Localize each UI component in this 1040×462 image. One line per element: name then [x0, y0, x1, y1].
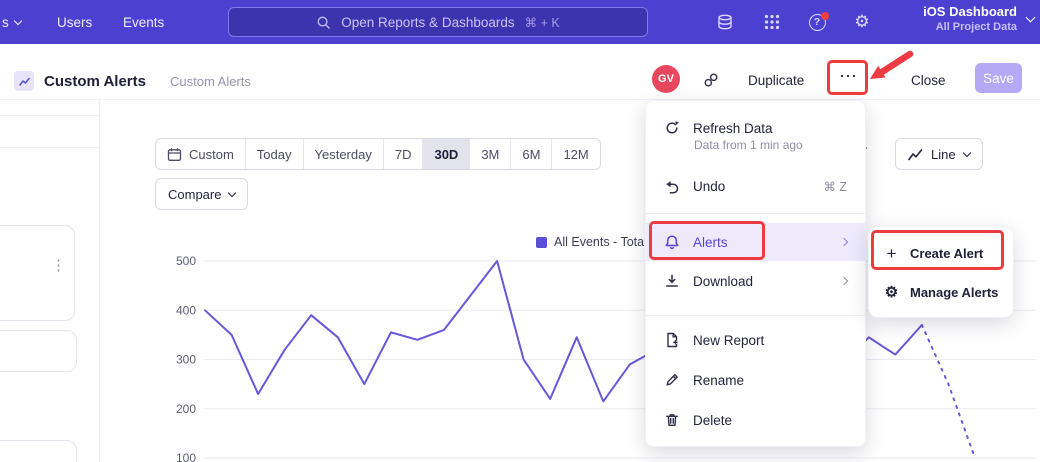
range-custom[interactable]: Custom: [156, 139, 246, 169]
settings-gear-icon[interactable]: ⚙: [853, 12, 871, 30]
svg-text:300: 300: [176, 353, 196, 367]
menu-item-download[interactable]: Download: [646, 262, 865, 300]
nav-item-users[interactable]: Users: [57, 15, 92, 30]
help-glyph: ?: [814, 16, 820, 28]
gear-icon: ⚙: [883, 285, 900, 300]
nav-item-boards-label: s: [2, 15, 9, 30]
help-icon[interactable]: ?: [808, 13, 826, 31]
report-type-icon: [14, 71, 34, 91]
menu-item-rename-label: Rename: [693, 373, 744, 388]
plus-icon: +: [883, 245, 900, 262]
sidebar-card[interactable]: [0, 440, 77, 462]
svg-text:400: 400: [176, 303, 196, 317]
menu-item-undo[interactable]: Undo ⌘ Z: [646, 167, 865, 205]
menu-item-new-report[interactable]: New Report: [646, 321, 865, 359]
legend-swatch: [536, 237, 547, 248]
nav-item-boards-partial[interactable]: s: [2, 15, 21, 30]
compare-button[interactable]: Compare: [155, 178, 248, 210]
undo-shortcut: ⌘ Z: [823, 179, 847, 194]
app-root: s Users Events Open Reports & Dashboards…: [0, 0, 1040, 462]
menu-item-refresh-label: Refresh Data: [693, 121, 773, 136]
menu-item-alerts[interactable]: Alerts: [646, 223, 865, 261]
undo-icon: [664, 178, 680, 194]
more-options-button[interactable]: ⋯: [839, 66, 858, 87]
nav-item-events[interactable]: Events: [123, 15, 164, 30]
bell-icon: [664, 234, 680, 250]
menu-item-new-report-label: New Report: [693, 333, 764, 348]
refresh-icon: [664, 120, 680, 136]
menu-item-delete-label: Delete: [693, 413, 732, 428]
refresh-data-subtext: Data from 1 min ago: [694, 138, 803, 152]
close-button[interactable]: Close: [911, 73, 946, 88]
kebab-menu-icon[interactable]: ⋮: [51, 258, 66, 273]
chevron-down-icon: [1026, 12, 1036, 22]
sidebar-divider: [0, 147, 99, 148]
chevron-down-icon: [14, 17, 22, 25]
sidebar: ⋮: [0, 100, 100, 462]
menu-item-delete[interactable]: Delete: [646, 401, 865, 439]
submenu-item-manage-alerts[interactable]: ⚙ Manage Alerts: [869, 273, 1013, 312]
compare-label: Compare: [168, 187, 221, 202]
notification-dot: [821, 12, 829, 20]
page-title: Custom Alerts: [44, 73, 146, 90]
menu-item-alerts-label: Alerts: [693, 235, 728, 250]
range-today[interactable]: Today: [246, 139, 304, 169]
chevron-right-icon: [840, 277, 848, 285]
share-link-icon[interactable]: [703, 72, 719, 93]
pencil-icon: [664, 372, 680, 388]
menu-item-rename[interactable]: Rename: [646, 361, 865, 399]
search-shortcut: ⌘ + K: [525, 15, 560, 30]
range-3m[interactable]: 3M: [470, 139, 511, 169]
manage-alerts-label: Manage Alerts: [910, 285, 998, 300]
save-button[interactable]: Save: [975, 63, 1022, 93]
breadcrumb: Custom Alerts: [170, 74, 251, 89]
range-12m[interactable]: 12M: [552, 139, 599, 169]
date-range-control: Custom Today Yesterday 7D 30D 3M 6M 12M: [155, 138, 601, 170]
range-6m[interactable]: 6M: [511, 139, 552, 169]
chart-type-label: Line: [931, 147, 956, 162]
range-7d[interactable]: 7D: [384, 139, 424, 169]
sidebar-card[interactable]: [0, 330, 77, 372]
top-nav: s Users Events Open Reports & Dashboards…: [0, 0, 1040, 44]
range-30d-selected[interactable]: 30D: [423, 139, 470, 169]
alerts-submenu: + Create Alert ⚙ Manage Alerts: [868, 226, 1014, 318]
data-sources-icon[interactable]: [716, 13, 734, 31]
project-selector[interactable]: iOS Dashboard All Project Data: [923, 4, 1034, 33]
global-search-input[interactable]: Open Reports & Dashboards ⌘ + K: [228, 7, 648, 37]
project-subtitle: All Project Data: [923, 21, 1017, 33]
duplicate-button[interactable]: Duplicate: [748, 73, 804, 88]
chevron-down-icon: [962, 148, 970, 156]
project-title: iOS Dashboard: [923, 4, 1017, 19]
search-placeholder: Open Reports & Dashboards: [341, 15, 514, 30]
menu-item-download-label: Download: [693, 274, 753, 289]
apps-grid-icon[interactable]: [763, 13, 781, 31]
chevron-down-icon: [228, 188, 236, 196]
create-alert-label: Create Alert: [910, 246, 983, 261]
download-icon: [664, 273, 680, 289]
chart-legend: All Events - Total: [536, 235, 647, 249]
avatar[interactable]: GV: [652, 65, 680, 93]
range-custom-label: Custom: [189, 147, 234, 162]
range-yesterday[interactable]: Yesterday: [304, 139, 384, 169]
svg-text:500: 500: [176, 254, 196, 268]
report-header: Custom Alerts Custom Alerts GV Duplicate…: [0, 44, 1040, 100]
line-chart-icon: [908, 148, 923, 161]
chart-type-button[interactable]: Line: [895, 138, 983, 170]
svg-text:100: 100: [176, 451, 196, 462]
menu-divider: [646, 213, 865, 214]
submenu-item-create-alert[interactable]: + Create Alert: [869, 234, 1013, 273]
calendar-icon: [167, 147, 182, 162]
search-icon: [316, 15, 331, 30]
svg-text:200: 200: [176, 402, 196, 416]
menu-divider: [646, 315, 865, 316]
trash-icon: [664, 412, 680, 428]
context-menu: Refresh Data Data from 1 min ago Undo ⌘ …: [645, 100, 866, 447]
sidebar-divider: [0, 115, 99, 116]
new-report-icon: [664, 332, 680, 348]
menu-item-undo-label: Undo: [693, 179, 725, 194]
legend-label: All Events - Total: [554, 235, 647, 249]
chevron-right-icon: [840, 238, 848, 246]
